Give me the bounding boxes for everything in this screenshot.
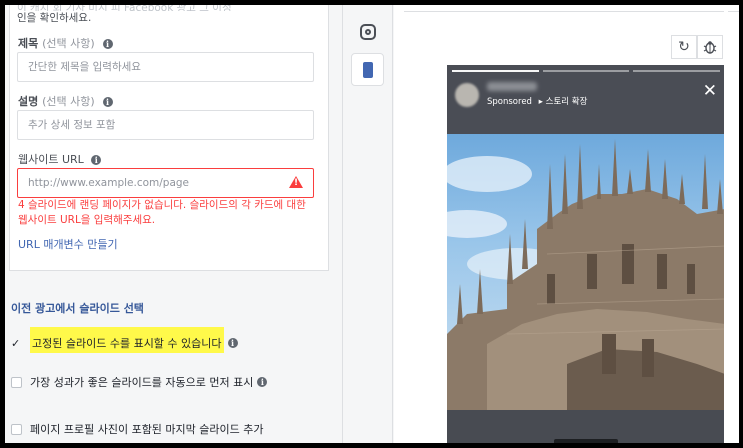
instagram-icon	[359, 23, 376, 40]
description-input[interactable]: 추가 상세 정보 포함	[17, 110, 314, 140]
bug-icon	[703, 41, 717, 54]
home-indicator	[554, 439, 618, 443]
info-icon[interactable]: i	[227, 338, 238, 348]
phone-icon	[362, 61, 373, 78]
top-note-cut: 이 캐치 회 기사 미시 피 Facebook 광고 그 이정	[17, 5, 232, 11]
divider	[404, 11, 739, 12]
website-url-input[interactable]: http://www.example.com/page !	[17, 168, 314, 198]
fixed-slides-label: 고정된 슬라이드 수를 표시할 수 있습니다	[30, 333, 224, 353]
checkbox[interactable]	[11, 423, 22, 435]
info-icon[interactable]: i	[102, 39, 113, 49]
description-label: 설명 (선택 사항) i	[18, 93, 113, 109]
refresh-button[interactable]: ↻	[671, 35, 697, 59]
info-icon[interactable]: i	[91, 155, 102, 165]
checkbox[interactable]	[11, 376, 22, 388]
creative-form-panel: 이 캐치 회 기사 미시 피 Facebook 광고 그 이정 인을 확인하세요…	[5, 5, 342, 443]
top-note-tail: 인을 확인하세요.	[17, 12, 92, 24]
check-icon[interactable]: ✓	[11, 338, 22, 349]
placement-rail	[342, 5, 393, 443]
cathedral-photo	[447, 134, 725, 410]
choose-slides-link[interactable]: 이전 광고에서 슬라이드 선택	[11, 300, 144, 316]
instagram-placement-button[interactable]	[351, 15, 384, 48]
url-parameters-link[interactable]: URL 매개변수 만들기	[18, 236, 118, 252]
title-input[interactable]: 간단한 제목을 입력하세요	[17, 52, 314, 82]
info-icon[interactable]: i	[257, 377, 268, 387]
story-progress-bar	[633, 70, 720, 72]
story-progress-bar	[543, 70, 629, 72]
sponsored-line: Sponsored ▸ 스토리 확장	[487, 97, 588, 107]
page-name-blurred	[487, 82, 537, 91]
fixed-slides-option[interactable]: ✓ 고정된 슬라이드 수를 표시할 수 있습니다 i	[11, 333, 238, 353]
story-footer	[447, 410, 725, 443]
cathedral-image	[447, 139, 725, 410]
refresh-icon: ↻	[678, 39, 690, 55]
top-note: 이 캐치 회 기사 미시 피 Facebook 광고 그 이정 인을 확인하세요…	[17, 5, 317, 25]
title-label: 제목 (선택 사항) i	[18, 35, 113, 51]
ads-manager-window: 이 캐치 회 기사 미시 피 Facebook 광고 그 이정 인을 확인하세요…	[5, 5, 739, 443]
ad-preview-panel: ↻ Sponsored ▸ 스토리 확장 ✕	[394, 5, 739, 443]
story-preview: Sponsored ▸ 스토리 확장 ✕	[447, 65, 725, 443]
debug-button[interactable]	[697, 35, 723, 59]
info-icon[interactable]: i	[102, 97, 113, 107]
profile-end-card-option[interactable]: 페이지 프로필 사진이 포함된 마지막 슬라이드 추가	[11, 421, 264, 437]
profile-end-card-label: 페이지 프로필 사진이 포함된 마지막 슬라이드 추가	[30, 423, 264, 436]
website-url-label: 웹사이트 URL i	[18, 151, 102, 167]
page-avatar	[455, 83, 479, 107]
best-first-label: 가장 성과가 좋은 슬라이드를 자동으로 먼저 표시	[30, 376, 254, 389]
stories-placement-button[interactable]	[351, 53, 384, 86]
warning-icon: !	[289, 176, 303, 188]
close-icon[interactable]: ✕	[703, 83, 717, 100]
url-error-message: 4 슬라이드에 랜딩 페이지가 없습니다. 슬라이드의 각 카드에 대한 웹사이…	[18, 199, 306, 226]
best-first-option[interactable]: 가장 성과가 좋은 슬라이드를 자동으로 먼저 표시 i	[11, 374, 268, 390]
scrollbar[interactable]	[724, 5, 728, 443]
story-progress-bar	[452, 70, 539, 72]
